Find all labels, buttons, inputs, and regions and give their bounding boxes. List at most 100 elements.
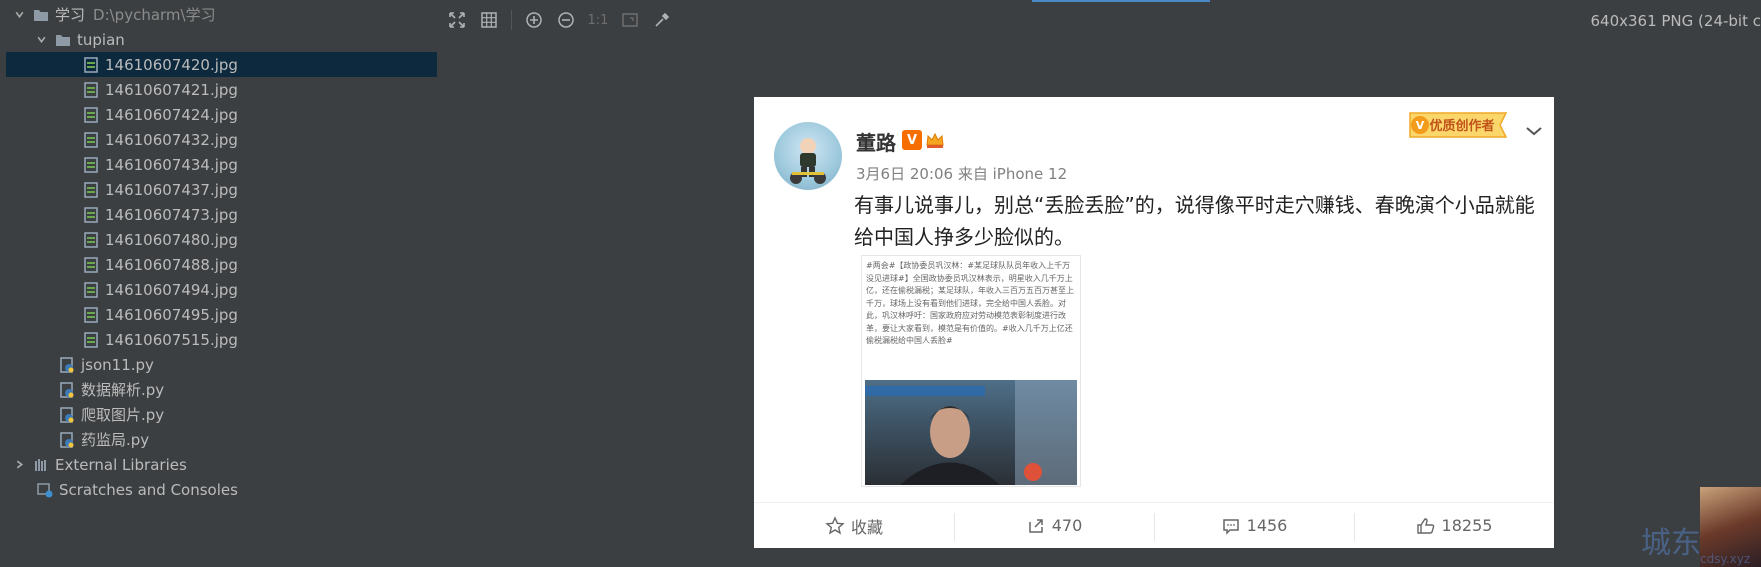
post-content: 有事儿说事儿，别总“丢脸丢脸”的，说得像平时走穴赚钱、春晚演个小品就能给中国人挣…: [854, 193, 1535, 249]
tree-file-label: 爬取图片.py: [81, 406, 165, 424]
image-file-icon: [82, 231, 100, 249]
image-file-icon: [82, 306, 100, 324]
tree-root-folder[interactable]: 学习 D:\pycharm\学习: [0, 2, 437, 27]
tree-file-label: 14610607437.jpg: [105, 180, 238, 199]
active-tab-indicator: [1032, 0, 1210, 2]
tree-folder-label: tupian: [77, 30, 125, 49]
chevron-down-icon[interactable]: [34, 33, 48, 47]
tree-file-label: 14610607515.jpg: [105, 330, 238, 349]
folder-icon: [32, 6, 50, 24]
tree-file-label: 14610607432.jpg: [105, 130, 238, 149]
tree-file-label: 14610607494.jpg: [105, 280, 238, 299]
embedded-image[interactable]: #两会#【政协委员巩汉林：#某足球队队员年收入上千万没见进球#】全国政协委员巩汉…: [861, 255, 1081, 487]
image-file-icon: [82, 106, 100, 124]
verified-badge: V: [902, 130, 922, 150]
tree-file-image[interactable]: 14610607473.jpg: [0, 202, 437, 227]
image-file-icon: [82, 206, 100, 224]
author-name[interactable]: 董路: [856, 127, 896, 156]
crown-icon: [925, 130, 945, 150]
image-file-icon: [82, 256, 100, 274]
thumbs-up-icon: [1416, 517, 1434, 534]
tree-file-python[interactable]: json11.py: [0, 352, 437, 377]
tree-file-label: 14610607421.jpg: [105, 80, 238, 99]
folder-icon: [54, 31, 72, 49]
tree-file-image[interactable]: 14610607437.jpg: [0, 177, 437, 202]
repost-count: 470: [1051, 516, 1083, 535]
star-icon: [825, 515, 845, 534]
tree-external-libraries-label: External Libraries: [55, 455, 187, 474]
image-file-icon: [82, 131, 100, 149]
image-file-icon: [82, 156, 100, 174]
creator-ribbon: V 优质创作者: [1402, 107, 1512, 143]
weibo-post-card: 董路 V 3月6日 20:06 来自 iPhone 12 V 优质创作者 有事儿…: [754, 97, 1554, 548]
scratches-icon: [36, 481, 54, 499]
tree-root-label: 学习: [55, 6, 86, 24]
tree-file-image[interactable]: 14610607434.jpg: [0, 152, 437, 177]
chevron-down-icon[interactable]: [12, 8, 26, 22]
zoom-out-icon[interactable]: [552, 6, 580, 34]
image-file-icon: [82, 81, 100, 99]
svg-text:V: V: [1416, 119, 1425, 132]
embedded-photo: [865, 380, 1077, 485]
tree-file-image[interactable]: 14610607424.jpg: [0, 102, 437, 127]
project-tree: 学习 D:\pycharm\学习 tupian 14610607420.jpg …: [0, 0, 437, 567]
image-file-icon: [82, 281, 100, 299]
image-file-icon: [82, 56, 100, 74]
color-picker-icon[interactable]: [648, 6, 676, 34]
zoom-in-icon[interactable]: [520, 6, 548, 34]
favorite-label: 收藏: [850, 517, 883, 537]
python-file-icon: [58, 431, 76, 449]
tree-file-image[interactable]: 14610607515.jpg: [0, 327, 437, 352]
tree-file-label: 14610607434.jpg: [105, 155, 238, 174]
python-file-icon: [58, 406, 76, 424]
comment-icon: [1222, 518, 1239, 535]
image-viewer: 1:1 640x361 PNG (24-bit c 董路 V 3月6日 20:0…: [437, 0, 1761, 567]
image-info: 640x361 PNG (24-bit c: [1590, 12, 1761, 30]
post-actions: 收藏 470 1456 18255: [754, 502, 1554, 548]
tree-file-label: 药监局.py: [81, 431, 150, 449]
tree-file-label: 14610607424.jpg: [105, 105, 238, 124]
image-file-icon: [82, 181, 100, 199]
python-file-icon: [58, 356, 76, 374]
chevron-right-icon[interactable]: [12, 458, 26, 472]
tree-file-label: 14610607495.jpg: [105, 305, 238, 324]
tree-file-image[interactable]: 14610607421.jpg: [0, 77, 437, 102]
chevron-down-icon[interactable]: [1522, 119, 1546, 143]
toolbar-separator: [511, 10, 512, 30]
watermark-url: cdsy.xyz: [1700, 552, 1751, 566]
tree-file-python[interactable]: 数据解析.py: [0, 377, 437, 402]
tree-file-image[interactable]: 14610607420.jpg: [6, 52, 437, 77]
tree-scratches-label: Scratches and Consoles: [59, 480, 238, 499]
tree-file-image[interactable]: 14610607494.jpg: [0, 277, 437, 302]
grid-icon[interactable]: [475, 6, 503, 34]
tree-file-label: json11.py: [81, 355, 154, 374]
embedded-image-text: #两会#【政协委员巩汉林：#某足球队队员年收入上千万没见进球#】全国政协委员巩汉…: [866, 261, 1074, 345]
tree-folder-tupian[interactable]: tupian: [0, 27, 437, 52]
tree-file-image[interactable]: 14610607488.jpg: [0, 252, 437, 277]
actual-size-button[interactable]: 1:1: [584, 6, 612, 34]
tree-file-label: 数据解析.py: [81, 381, 165, 399]
tree-file-image[interactable]: 14610607495.jpg: [0, 302, 437, 327]
tree-file-label: 14610607488.jpg: [105, 255, 238, 274]
tree-file-label: 14610607480.jpg: [105, 230, 238, 249]
comment-count: 1456: [1246, 516, 1288, 535]
tree-file-python[interactable]: 药监局.py: [0, 427, 437, 452]
avatar: [774, 122, 842, 190]
viewer-toolbar: 1:1: [437, 6, 680, 34]
tree-scratches[interactable]: Scratches and Consoles: [0, 477, 437, 502]
tree-file-label: 14610607473.jpg: [105, 205, 238, 224]
like-button[interactable]: 18255: [1354, 503, 1554, 548]
fit-to-screen-icon[interactable]: [443, 6, 471, 34]
library-icon: [32, 456, 50, 474]
tree-file-python[interactable]: 爬取图片.py: [0, 402, 437, 427]
fit-zoom-icon[interactable]: [616, 6, 644, 34]
comment-button[interactable]: 1456: [1154, 503, 1354, 548]
post-meta: 3月6日 20:06 来自 iPhone 12: [856, 165, 1068, 183]
repost-button[interactable]: 470: [954, 503, 1154, 548]
tree-external-libraries[interactable]: External Libraries: [0, 452, 437, 477]
python-file-icon: [58, 381, 76, 399]
favorite-button[interactable]: 收藏: [754, 503, 954, 548]
tree-file-image[interactable]: 14610607480.jpg: [0, 227, 437, 252]
tree-file-image[interactable]: 14610607432.jpg: [0, 127, 437, 152]
tree-root-path: D:\pycharm\学习: [93, 6, 216, 24]
